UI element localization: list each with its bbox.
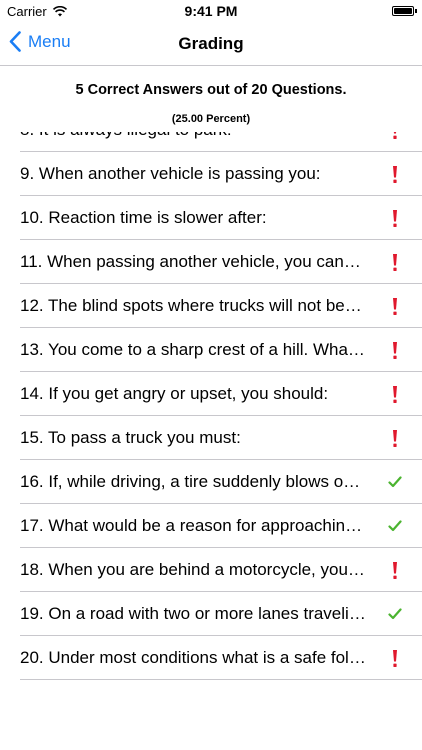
status-bar: Carrier 9:41 PM (0, 0, 422, 22)
question-row[interactable]: 12. The blind spots where trucks will no… (20, 284, 422, 328)
page-title: Grading (178, 34, 244, 53)
exclamation-icon (388, 648, 402, 668)
question-label: 9. When another vehicle is passing you: (20, 164, 321, 183)
battery-cap (415, 9, 417, 13)
exclamation-icon (388, 384, 402, 404)
question-row[interactable]: 18. When you are behind a motorcycle, yo… (20, 548, 422, 592)
question-label: 10. Reaction time is slower after: (20, 208, 267, 227)
question-label: 11. When passing another vehicle, you ca… (20, 252, 361, 271)
checkmark-icon (388, 516, 402, 536)
question-label: 15. To pass a truck you must: (20, 428, 241, 447)
question-row[interactable]: 14. If you get angry or upset, you shoul… (20, 372, 422, 416)
question-label: 16. If, while driving, a tire suddenly b… (20, 472, 361, 491)
question-label: 8. It is always illegal to park: (20, 132, 378, 140)
question-row[interactable]: 17. What would be a reason for approachi… (20, 504, 422, 548)
question-label: 13. You come to a sharp crest of a hill.… (20, 340, 365, 359)
question-row[interactable]: 9. When another vehicle is passing you: (20, 152, 422, 196)
exclamation-icon (388, 340, 402, 360)
question-label: 17. What would be a reason for approachi… (20, 516, 363, 535)
question-label: 12. The blind spots where trucks will no… (20, 296, 362, 315)
exclamation-icon (388, 252, 402, 272)
navigation-bar: Menu Grading (0, 22, 422, 66)
question-row[interactable]: 10. Reaction time is slower after: (20, 196, 422, 240)
question-label: 19. On a road with two or more lanes tra… (20, 604, 366, 623)
question-row[interactable]: 13. You come to a sharp crest of a hill.… (20, 328, 422, 372)
summary-percent: (25.00 Percent) (171, 113, 251, 125)
summary-headline: 5 Correct Answers out of 20 Questions. (75, 82, 347, 98)
exclamation-icon (388, 428, 402, 448)
exclamation-icon (388, 208, 402, 228)
exclamation-icon (388, 560, 402, 580)
exclamation-icon (388, 132, 402, 140)
status-time: 9:41 PM (184, 3, 238, 19)
exclamation-icon (388, 296, 402, 316)
exclamation-icon (388, 164, 402, 184)
question-row[interactable]: 8. It is always illegal to park: (20, 132, 422, 152)
question-list-content: 8. It is always illegal to park: 9. When … (0, 132, 422, 680)
question-row[interactable]: 11. When passing another vehicle, you ca… (20, 240, 422, 284)
checkmark-icon (388, 472, 402, 492)
question-label: 18. When you are behind a motorcycle, yo… (20, 560, 365, 579)
question-row[interactable]: 15. To pass a truck you must: (20, 416, 422, 460)
question-list[interactable]: 8. It is always illegal to park: 9. When … (0, 132, 422, 702)
battery-icon (392, 6, 414, 16)
question-row[interactable]: 19. On a road with two or more lanes tra… (20, 592, 422, 636)
question-row[interactable]: 20. Under most conditions what is a safe… (20, 636, 422, 680)
checkmark-icon (388, 604, 402, 624)
grade-summary: 5 Correct Answers out of 20 Questions. (… (0, 66, 422, 132)
question-label: 14. If you get angry or upset, you shoul… (20, 384, 329, 403)
question-label: 20. Under most conditions what is a safe… (20, 648, 366, 667)
question-row[interactable]: 16. If, while driving, a tire suddenly b… (20, 460, 422, 504)
